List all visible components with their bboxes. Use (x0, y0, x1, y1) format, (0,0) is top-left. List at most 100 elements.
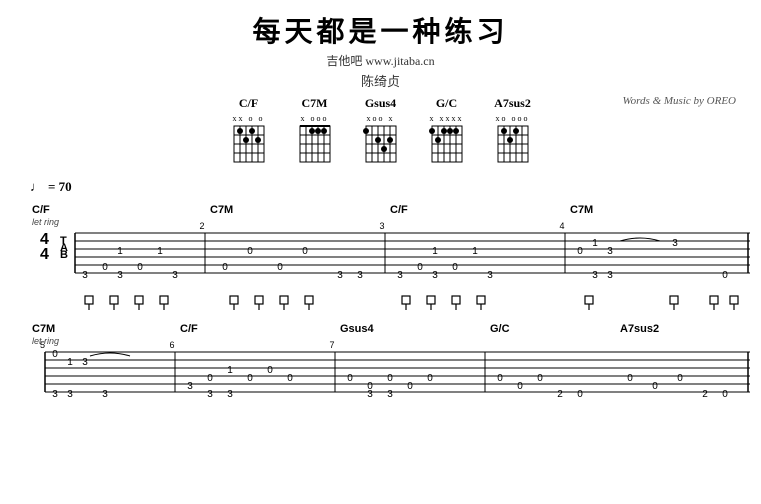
chord-c7m: C7M x ooo (296, 96, 334, 169)
svg-text:3: 3 (379, 221, 384, 231)
svg-text:5: 5 (40, 340, 45, 350)
svg-text:3: 3 (487, 270, 493, 281)
svg-text:0: 0 (577, 389, 583, 400)
svg-text:3: 3 (432, 270, 438, 281)
svg-text:2: 2 (702, 389, 708, 400)
svg-text:6: 6 (169, 340, 174, 350)
svg-text:C7M: C7M (32, 323, 55, 335)
svg-text:C/F: C/F (180, 323, 198, 335)
svg-text:3: 3 (357, 270, 363, 281)
svg-text:3: 3 (397, 270, 403, 281)
svg-text:0: 0 (267, 365, 273, 376)
svg-text:0: 0 (497, 373, 503, 384)
svg-text:3: 3 (102, 389, 108, 400)
svg-text:1: 1 (432, 246, 438, 257)
website: 吉他吧 www.jitaba.cn (20, 52, 741, 69)
credits: Words & Music by OREO (623, 95, 736, 107)
svg-text:3: 3 (672, 238, 678, 249)
svg-text:7: 7 (329, 340, 334, 350)
svg-text:3: 3 (187, 381, 193, 392)
svg-text:0: 0 (102, 262, 108, 273)
tab-staff-2: C7M C/F Gsus4 G/C A7sus2 let ring 5 6 7 (30, 318, 750, 408)
svg-text:let ring: let ring (32, 336, 59, 346)
svg-text:3: 3 (82, 357, 88, 368)
song-title: 每天都是一种练习 (20, 10, 741, 50)
svg-text:0: 0 (52, 349, 58, 360)
svg-text:0: 0 (537, 373, 543, 384)
chord-c7m-name: C7M (296, 96, 334, 111)
svg-text:2: 2 (557, 389, 563, 400)
svg-text:0: 0 (627, 373, 633, 384)
svg-text:3: 3 (367, 389, 373, 400)
tab-staff-1: C/F C7M C/F C7M let ring 4 4 T A B (30, 199, 750, 294)
svg-text:C7M: C7M (570, 204, 593, 216)
svg-text:G/C: G/C (490, 323, 510, 335)
page: 每天都是一种练习 吉他吧 www.jitaba.cn 陈绮贞 Words & M… (0, 0, 761, 504)
svg-text:3: 3 (67, 389, 73, 400)
chord-a7sus2: A7sus2 xo ooo (494, 96, 532, 169)
svg-text:4: 4 (40, 246, 49, 263)
svg-text:0: 0 (722, 270, 728, 281)
svg-text:B: B (60, 249, 68, 261)
svg-text:3: 3 (592, 270, 598, 281)
chord-gc-name: G/C (428, 96, 466, 111)
svg-text:0: 0 (247, 373, 253, 384)
svg-text:3: 3 (227, 389, 233, 400)
chord-gsus4-grid (362, 124, 400, 164)
tempo: ♩ = 70 (30, 179, 731, 195)
svg-text:0: 0 (277, 262, 283, 273)
svg-text:3: 3 (117, 270, 123, 281)
svg-text:2: 2 (199, 221, 204, 231)
svg-text:C7M: C7M (210, 204, 233, 216)
chord-gc: G/C x xxxx (428, 96, 466, 169)
svg-text:0: 0 (427, 373, 433, 384)
svg-text:3: 3 (607, 246, 613, 257)
svg-text:3: 3 (82, 270, 88, 281)
svg-text:0: 0 (347, 373, 353, 384)
header: 每天都是一种练习 吉他吧 www.jitaba.cn 陈绮贞 (20, 10, 741, 90)
svg-text:0: 0 (247, 246, 253, 257)
svg-text:C/F: C/F (32, 204, 50, 216)
svg-text:1: 1 (67, 357, 73, 368)
svg-text:1: 1 (227, 365, 233, 376)
artist-name: 陈绮贞 (20, 71, 741, 90)
chord-gc-grid (428, 124, 466, 164)
tempo-value: = 70 (48, 179, 72, 195)
svg-text:0: 0 (652, 381, 658, 392)
svg-text:0: 0 (387, 373, 393, 384)
chord-a7sus2-grid (494, 124, 532, 164)
chord-cf-name: C/F (230, 96, 268, 111)
svg-text:3: 3 (207, 389, 213, 400)
svg-text:4: 4 (559, 221, 564, 231)
svg-text:3: 3 (337, 270, 343, 281)
chord-gsus4-name: Gsus4 (362, 96, 400, 111)
svg-text:0: 0 (577, 246, 583, 257)
chord-a7sus2-name: A7sus2 (494, 96, 532, 111)
svg-text:let ring: let ring (32, 217, 59, 227)
svg-text:1: 1 (592, 238, 598, 249)
svg-text:0: 0 (302, 246, 308, 257)
tab-section-1: ♩ = 70 C/F C7M C/F C7M let ring 4 4 T A … (20, 179, 741, 314)
svg-text:1: 1 (157, 246, 163, 257)
rhythm-row-1 (30, 292, 750, 314)
chord-cf: C/F xx o o (230, 96, 268, 169)
svg-text:0: 0 (207, 373, 213, 384)
chord-cf-grid (230, 124, 268, 164)
svg-text:3: 3 (172, 270, 178, 281)
svg-text:1: 1 (472, 246, 478, 257)
svg-text:3: 3 (52, 389, 58, 400)
tempo-note: ♩ (30, 179, 43, 195)
svg-text:0: 0 (222, 262, 228, 273)
chord-gsus4: Gsus4 xoo x (362, 96, 400, 169)
svg-text:0: 0 (417, 262, 423, 273)
svg-text:0: 0 (722, 389, 728, 400)
svg-text:3: 3 (387, 389, 393, 400)
svg-text:0: 0 (137, 262, 143, 273)
svg-text:0: 0 (407, 381, 413, 392)
svg-text:C/F: C/F (390, 204, 408, 216)
svg-text:0: 0 (452, 262, 458, 273)
tab-section-2: C7M C/F Gsus4 G/C A7sus2 let ring 5 6 7 (20, 318, 741, 408)
svg-text:1: 1 (117, 246, 123, 257)
chord-c7m-grid (296, 124, 334, 164)
svg-text:0: 0 (677, 373, 683, 384)
